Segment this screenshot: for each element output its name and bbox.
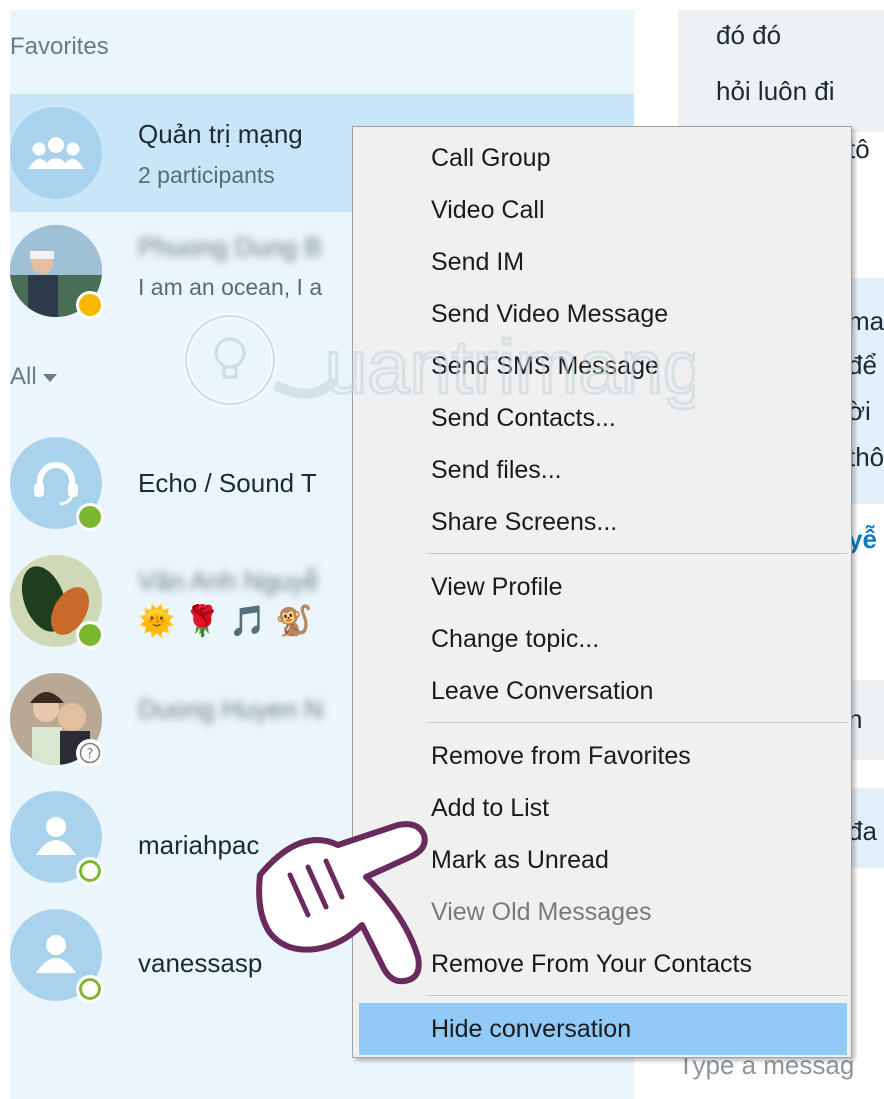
menu-item-call-group[interactable]: Call Group: [353, 132, 851, 184]
status-offline-icon: [76, 857, 104, 885]
all-filter-dropdown[interactable]: All: [10, 363, 57, 391]
menu-item-add-to-list[interactable]: Add to List: [353, 782, 851, 834]
menu-item-send-sms-message[interactable]: Send SMS Message: [353, 340, 851, 392]
menu-item-hide-conversation[interactable]: Hide conversation: [359, 1003, 847, 1055]
chat-message-line: đó đó: [716, 20, 782, 50]
menu-item-label: Video Call: [431, 196, 545, 224]
context-menu: Call Group Video Call Send IM Send Video…: [352, 126, 852, 1058]
contact-avatar: [10, 909, 104, 1003]
chat-link-partial[interactable]: yễ: [848, 524, 877, 555]
menu-item-remove-from-contacts[interactable]: Remove From Your Contacts: [353, 938, 851, 990]
menu-item-label: Share Screens...: [431, 508, 618, 536]
contact-mood: I am an ocean, I a: [138, 274, 323, 300]
contact-avatar: [10, 791, 104, 885]
menu-item-send-contacts[interactable]: Send Contacts...: [353, 392, 851, 444]
contact-avatar: [10, 225, 104, 319]
contact-name: Echo / Sound T: [138, 468, 317, 498]
group-avatar: [10, 107, 102, 199]
menu-item-mark-as-unread[interactable]: Mark as Unread: [353, 834, 851, 886]
menu-item-view-profile[interactable]: View Profile: [353, 561, 851, 613]
chat-message-partial: để: [848, 350, 877, 380]
menu-item-send-im[interactable]: Send IM: [353, 236, 851, 288]
menu-separator: [427, 722, 847, 723]
menu-item-label: Remove From Your Contacts: [431, 950, 752, 978]
menu-item-change-topic[interactable]: Change topic...: [353, 613, 851, 665]
contact-avatar: [10, 555, 104, 649]
menu-item-label: Send SMS Message: [431, 352, 659, 380]
group-icon: [28, 137, 84, 169]
menu-item-label: View Profile: [431, 573, 563, 601]
menu-item-view-old-messages: View Old Messages: [353, 886, 851, 938]
menu-item-label: View Old Messages: [431, 898, 652, 926]
menu-item-label: Add to List: [431, 794, 550, 822]
contact-name: vanessasp: [138, 948, 263, 978]
menu-item-label: Hide conversation: [431, 1015, 632, 1043]
contact-name: Văn Anh Nguyễ: [138, 566, 319, 596]
menu-separator: [427, 995, 847, 996]
favorites-section-label: Favorites: [10, 33, 109, 60]
contact-avatar: [10, 437, 104, 531]
menu-item-video-call[interactable]: Video Call: [353, 184, 851, 236]
menu-item-label: Leave Conversation: [431, 677, 654, 705]
menu-item-send-files[interactable]: Send files...: [353, 444, 851, 496]
menu-item-share-screens[interactable]: Share Screens...: [353, 496, 851, 548]
menu-item-label: Send files...: [431, 456, 562, 484]
chat-message-partial: đa: [848, 816, 877, 846]
all-filter-label: All: [10, 363, 37, 390]
menu-item-label: Send Contacts...: [431, 404, 616, 432]
menu-item-label: Remove from Favorites: [431, 742, 691, 770]
menu-item-label: Send Video Message: [431, 300, 669, 328]
chat-message-partial: thô: [848, 442, 884, 472]
contact-mood-emoji: 🌞 🌹 🎵 🐒: [138, 605, 313, 638]
menu-item-label: Change topic...: [431, 625, 600, 653]
contact-name: Duong Huyen N: [138, 694, 323, 724]
contact-name: Quản trị mạng: [138, 119, 303, 149]
contact-name: Phuong Dung B: [138, 232, 322, 262]
chat-message-line: hỏi luôn đi: [716, 76, 835, 106]
menu-item-label: Call Group: [431, 144, 551, 172]
menu-item-label: Mark as Unread: [431, 846, 609, 874]
contact-avatar: ?: [10, 673, 104, 767]
chevron-down-icon: [42, 373, 57, 382]
status-away-icon: [76, 291, 104, 319]
menu-separator: [427, 553, 847, 554]
status-unknown-icon: ?: [76, 739, 104, 767]
status-online-icon: [76, 503, 104, 531]
status-online-icon: [76, 621, 104, 649]
menu-item-send-video-message[interactable]: Send Video Message: [353, 288, 851, 340]
chat-message-partial: ma: [848, 306, 884, 336]
contact-name: mariahpac: [138, 830, 260, 860]
menu-item-leave-conversation[interactable]: Leave Conversation: [353, 665, 851, 717]
menu-item-label: Send IM: [431, 248, 525, 276]
status-offline-icon: [76, 975, 104, 1003]
menu-item-remove-from-favorites[interactable]: Remove from Favorites: [353, 730, 851, 782]
svg-text:?: ?: [87, 747, 94, 762]
contact-subtitle: 2 participants: [138, 162, 275, 188]
